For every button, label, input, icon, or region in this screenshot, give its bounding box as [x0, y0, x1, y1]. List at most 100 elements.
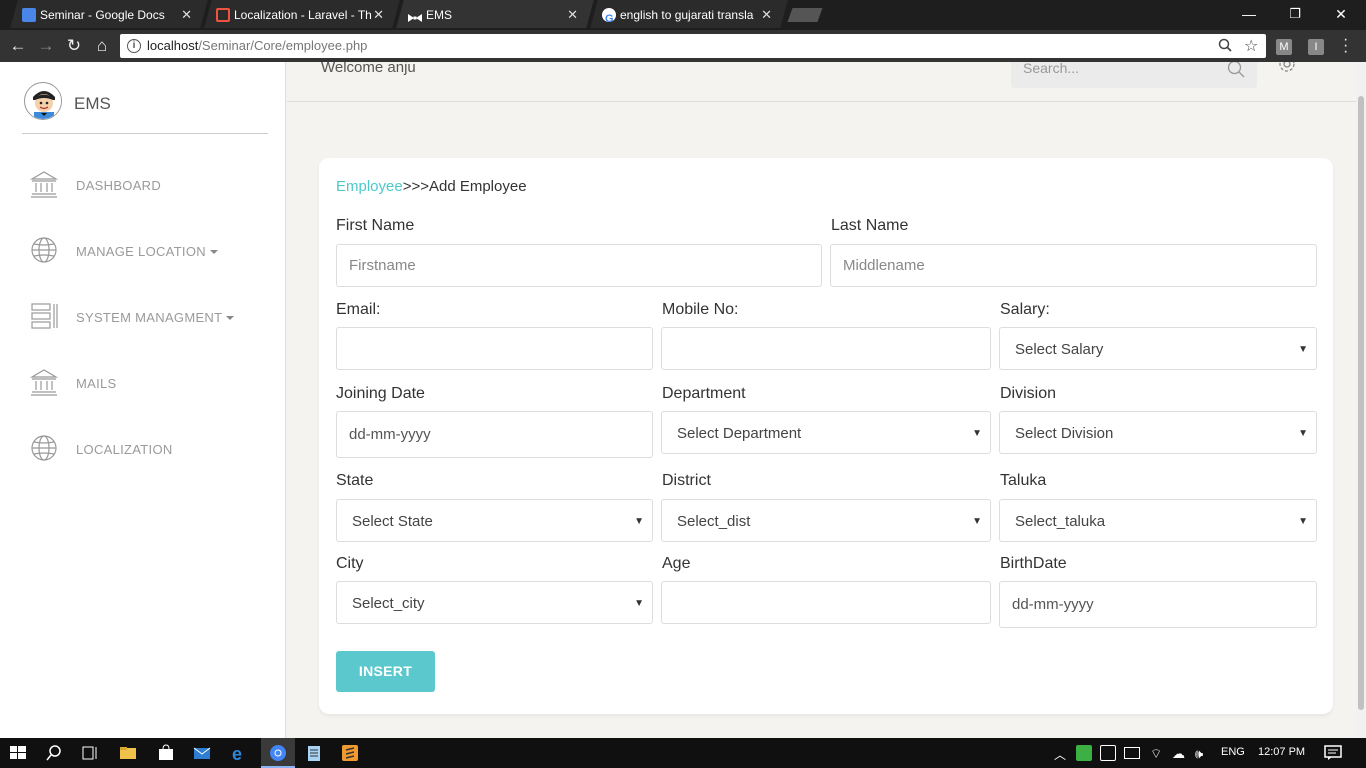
file-explorer-icon[interactable] — [118, 743, 138, 763]
tray-display-icon[interactable] — [1100, 745, 1116, 761]
bank-icon — [29, 170, 59, 198]
taluka-label: Taluka — [1000, 472, 1047, 489]
department-selected: Select Department — [677, 425, 802, 442]
gear-icon[interactable] — [1277, 62, 1297, 74]
svg-text:e: e — [232, 744, 242, 763]
state-select[interactable]: Select State ▼ — [336, 499, 653, 542]
reload-icon[interactable]: ↻ — [64, 36, 84, 56]
search-input[interactable]: Search... — [1011, 62, 1257, 88]
zoom-icon[interactable] — [1218, 38, 1232, 55]
chevron-down-icon: ▼ — [634, 516, 644, 527]
tray-chevron-up-icon[interactable]: ︿ — [1054, 746, 1066, 763]
mail-icon[interactable] — [192, 743, 212, 763]
birthdate-label: BirthDate — [1000, 555, 1067, 572]
notification-icon[interactable] — [1324, 745, 1342, 761]
birthdate-placeholder: dd-mm-yyyy — [1012, 596, 1094, 613]
wifi-icon[interactable]: ⌔ — [1150, 746, 1162, 762]
last-name-input[interactable]: Middlename — [830, 244, 1317, 287]
edge-icon[interactable]: e — [230, 743, 250, 764]
window-close-button[interactable]: ✕ — [1318, 0, 1364, 30]
volume-icon[interactable]: 🕪 — [1195, 746, 1203, 762]
breadcrumb-separator: >>> — [402, 178, 429, 195]
minimize-button[interactable]: — — [1226, 0, 1272, 30]
tab-google-translate[interactable]: G english to gujarati transla ✕ — [598, 2, 780, 30]
district-select[interactable]: Select_dist ▼ — [661, 499, 991, 542]
sidebar-item-label: LOCALIZATION — [76, 442, 173, 457]
close-icon[interactable]: ✕ — [761, 2, 772, 28]
notepad-icon[interactable] — [304, 743, 324, 763]
birthdate-input[interactable]: dd-mm-yyyy — [999, 581, 1317, 628]
new-tab-button[interactable] — [787, 8, 823, 22]
search-icon[interactable] — [1227, 62, 1245, 83]
address-bar[interactable]: i localhost/Seminar/Core/employee.php ☆ — [120, 34, 1266, 58]
breadcrumb-employee-link[interactable]: Employee — [336, 178, 403, 195]
last-name-placeholder: Middlename — [843, 257, 925, 274]
tab-google-docs[interactable]: Seminar - Google Docs ✕ — [18, 2, 200, 30]
google-docs-icon — [22, 8, 36, 22]
sidebar-item-label: MAILS — [76, 376, 117, 391]
salary-select[interactable]: Select Salary ▼ — [999, 327, 1317, 370]
close-icon[interactable]: ✕ — [567, 2, 578, 28]
sidebar-item-dashboard[interactable]: DASHBOARD — [29, 170, 280, 200]
store-icon[interactable] — [156, 743, 176, 763]
taluka-select[interactable]: Select_taluka ▼ — [999, 499, 1317, 542]
email-label: Email: — [336, 301, 381, 318]
clock[interactable]: 12:07 PM — [1258, 746, 1305, 758]
chevron-down-icon: ▼ — [1298, 344, 1308, 355]
joining-date-input[interactable]: dd-mm-yyyy — [336, 411, 653, 458]
sidebar-item-label: SYSTEM MANAGMENT — [76, 310, 235, 325]
state-selected: Select State — [352, 513, 433, 530]
first-name-input[interactable]: Firstname — [336, 244, 822, 287]
age-label: Age — [662, 555, 691, 572]
chevron-down-icon: ▼ — [972, 516, 982, 527]
age-field[interactable] — [661, 581, 991, 624]
department-select[interactable]: Select Department ▼ — [661, 411, 991, 454]
joining-date-label: Joining Date — [336, 385, 425, 402]
browser-menu-icon[interactable]: · · · — [1343, 32, 1348, 60]
sidebar-item-manage-location[interactable]: MANAGE LOCATION — [30, 236, 280, 266]
search-icon[interactable] — [44, 743, 64, 763]
network-icon[interactable]: ☁ — [1172, 746, 1185, 762]
top-navbar: Welcome anju Search... — [287, 62, 1366, 102]
breadcrumb-current: Add Employee — [428, 178, 527, 195]
email-field[interactable] — [336, 327, 653, 370]
sublime-text-icon[interactable] — [340, 743, 360, 763]
chevron-down-icon: ▼ — [1298, 428, 1308, 439]
list-icon — [30, 302, 58, 330]
maximize-button[interactable]: ❐ — [1272, 0, 1318, 30]
close-icon[interactable]: ✕ — [373, 2, 384, 28]
city-select[interactable]: Select_city ▼ — [336, 581, 653, 624]
language-indicator[interactable]: ENG — [1221, 746, 1245, 758]
tray-app-icon[interactable] — [1076, 745, 1092, 761]
extension-m-icon[interactable]: M — [1276, 39, 1292, 55]
scrollbar-thumb[interactable] — [1358, 96, 1364, 710]
info-icon[interactable]: i — [127, 39, 141, 53]
insert-button[interactable]: INSERT — [336, 651, 435, 692]
last-name-label: Last Name — [831, 217, 909, 234]
battery-icon[interactable] — [1124, 747, 1140, 759]
chrome-taskbar-button[interactable] — [261, 738, 295, 768]
back-arrow-icon[interactable]: ← — [8, 36, 28, 56]
search-placeholder: Search... — [1023, 62, 1080, 76]
extension-i-icon[interactable]: I — [1308, 39, 1324, 55]
sidebar-item-system-managment[interactable]: SYSTEM MANAGMENT — [30, 302, 280, 332]
tab-title: EMS — [426, 8, 453, 22]
chevron-down-icon: ▼ — [634, 598, 644, 609]
sidebar-item-mails[interactable]: MAILS — [29, 368, 280, 398]
task-view-icon[interactable] — [80, 743, 100, 763]
star-icon[interactable]: ☆ — [1244, 36, 1258, 56]
home-icon[interactable]: ⌂ — [92, 36, 112, 56]
brand[interactable]: EMS — [22, 82, 268, 134]
sidebar-item-localization[interactable]: LOCALIZATION — [30, 434, 280, 464]
avatar — [24, 82, 62, 120]
close-icon[interactable]: ✕ — [181, 2, 192, 28]
taluka-selected: Select_taluka — [1015, 513, 1106, 530]
mobile-field[interactable] — [661, 327, 991, 370]
windows-start-icon[interactable] — [8, 743, 28, 763]
tab-ems[interactable]: EMS ✕ — [404, 2, 586, 30]
page-viewport: EMS DASHBOARD MANAGE LOCATION SYSTEM MAN… — [0, 62, 1366, 738]
first-name-label: First Name — [336, 217, 415, 234]
tab-laravel[interactable]: Localization - Laravel - Th ✕ — [212, 2, 392, 30]
forward-arrow-icon[interactable]: → — [36, 36, 56, 56]
division-select[interactable]: Select Division ▼ — [999, 411, 1317, 454]
